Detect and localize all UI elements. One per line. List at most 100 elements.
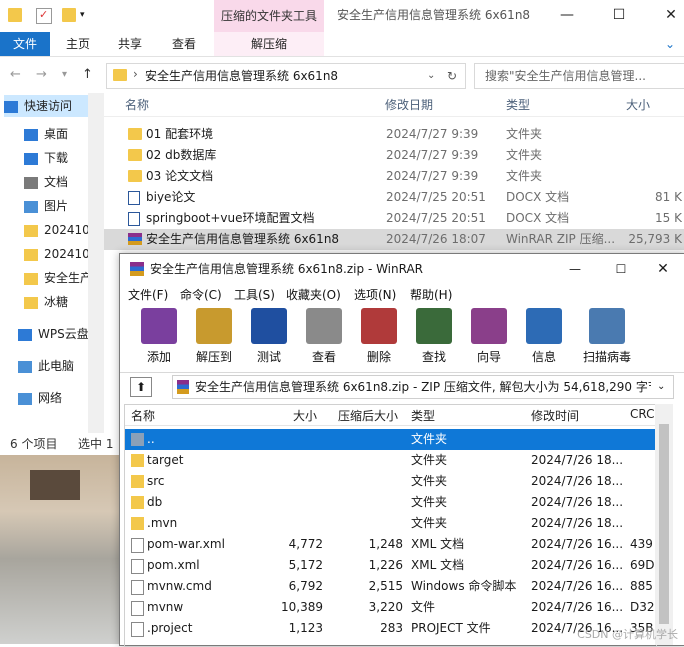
maximize-button[interactable]: ☐ — [596, 0, 642, 30]
breadcrumb-separator-icon[interactable]: › — [133, 67, 138, 81]
find-button[interactable]: 查找 — [407, 308, 461, 365]
maximize-button[interactable]: ☐ — [598, 254, 644, 284]
archive-name: mvnw.cmd — [147, 579, 212, 593]
item-count: 6 个项目 — [10, 437, 58, 451]
folder-icon — [131, 475, 144, 488]
column-header-name[interactable]: 名称 — [125, 95, 149, 115]
menu-command[interactable]: 命令(C) — [180, 286, 222, 303]
menu-favorites[interactable]: 收藏夹(O) — [286, 286, 341, 303]
tab-extract[interactable]: 解压缩 — [214, 32, 324, 56]
column-header-size[interactable]: 大小 — [293, 407, 317, 424]
column-header-modified[interactable]: 修改日期 — [385, 95, 433, 115]
file-icon — [131, 622, 144, 637]
forward-arrow-icon[interactable]: → — [36, 67, 47, 82]
archive-row[interactable]: .mvn 文件夹 2024/7/26 18... — [125, 513, 656, 534]
minimize-button[interactable]: — — [544, 0, 590, 30]
column-header-type[interactable]: 类型 — [411, 407, 435, 424]
up-folder-button[interactable]: ⬆ — [130, 377, 152, 397]
watermark: CSDN @计算机学长 — [577, 628, 678, 641]
tab-home[interactable]: 主页 — [56, 32, 100, 56]
close-button[interactable]: ✕ — [648, 0, 684, 30]
download-icon — [24, 152, 38, 165]
address-dropdown-icon[interactable]: ⌄ — [427, 64, 435, 88]
properties-icon[interactable]: ✓ — [36, 8, 52, 24]
address-bar[interactable]: › 安全生产信用信息管理系统 6x61n8 ⌄ ↻ — [106, 63, 466, 89]
recent-locations-icon[interactable]: ▾ — [62, 69, 67, 80]
column-header-modified[interactable]: 修改时间 — [531, 407, 579, 424]
archive-name: db — [147, 495, 163, 509]
customize-quick-access-icon[interactable]: ▾ — [80, 8, 94, 22]
column-header-type[interactable]: 类型 — [506, 95, 530, 115]
scrollbar-thumb[interactable] — [659, 424, 669, 624]
archive-name: pom.xml — [147, 558, 200, 572]
file-row[interactable]: 02 db数据库 2024/7/27 9:39 文件夹 — [104, 145, 684, 166]
new-folder-icon[interactable] — [62, 8, 76, 22]
info-button[interactable]: 信息 — [517, 308, 571, 365]
archive-row[interactable]: src 文件夹 2024/7/26 18... — [125, 471, 656, 492]
column-header-size[interactable]: 大小 — [626, 95, 650, 115]
column-header-name[interactable]: 名称 — [131, 407, 155, 424]
header-divider — [104, 116, 684, 117]
minimize-button[interactable]: — — [552, 254, 598, 284]
add-button[interactable]: 添加 — [132, 308, 186, 365]
breadcrumb[interactable]: 安全生产信用信息管理系统 6x61n8 — [145, 64, 338, 88]
address-row: ← → ▾ ↑ › 安全生产信用信息管理系统 6x61n8 ⌄ ↻ 搜索"安全生… — [0, 57, 684, 93]
back-arrow-icon[interactable]: ← — [10, 67, 21, 82]
menu-file[interactable]: 文件(F) — [128, 286, 168, 303]
archive-row[interactable]: mvnw 10,389 3,220 文件 2024/7/26 16... D32 — [125, 597, 656, 618]
archive-name: .project — [147, 621, 193, 635]
archive-row[interactable]: .. 文件夹 — [125, 429, 656, 450]
archive-row[interactable]: target 文件夹 2024/7/26 18... — [125, 450, 656, 471]
archive-row[interactable]: db 文件夹 2024/7/26 18... — [125, 492, 656, 513]
file-row[interactable]: 03 论文文档 2024/7/27 9:39 文件夹 — [104, 166, 684, 187]
path-dropdown-icon[interactable]: ⌄ — [657, 376, 665, 398]
archive-row[interactable]: pom.xml 5,172 1,226 XML 文档 2024/7/26 16... 69… — [125, 555, 656, 576]
tab-view[interactable]: 查看 — [162, 32, 206, 56]
file-name: springboot+vue环境配置文档 — [146, 211, 315, 225]
archive-modified: 2024/7/26 16... — [531, 537, 624, 551]
archive-row[interactable]: pom-war.xml 4,772 1,248 XML 文档 2024/7/26 16.… — [125, 534, 656, 555]
file-row[interactable]: 01 配套环境 2024/7/27 9:39 文件夹 — [104, 124, 684, 145]
file-row[interactable]: 安全生产信用信息管理系统 6x61n8 2024/7/26 18:07 WinRAR… — [104, 229, 684, 250]
archive-packed: 283 — [380, 621, 403, 635]
column-header-crc[interactable]: CRC — [630, 407, 655, 421]
nav-scrollbar[interactable] — [88, 93, 104, 433]
archive-type: PROJECT 文件 — [411, 621, 491, 635]
extract-to-button[interactable]: 解压到 — [187, 308, 241, 365]
search-input[interactable]: 搜索"安全生产信用信息管理... — [474, 63, 684, 89]
menu-tools[interactable]: 工具(S) — [234, 286, 275, 303]
refresh-icon[interactable]: ↻ — [447, 64, 457, 88]
wizard-button[interactable]: 向导 — [462, 308, 516, 365]
up-arrow-icon[interactable]: ↑ — [82, 67, 93, 82]
close-button[interactable]: ✕ — [640, 254, 684, 284]
menu-options[interactable]: 选项(N) — [354, 286, 396, 303]
scan-virus-button[interactable]: 扫描病毒 — [580, 308, 634, 365]
delete-button[interactable]: 删除 — [352, 308, 406, 365]
view-button[interactable]: 查看 — [297, 308, 351, 365]
path-field[interactable]: 安全生产信用信息管理系统 6x61n8.zip - ZIP 压缩文件, 解包大小… — [172, 375, 674, 399]
menu-help[interactable]: 帮助(H) — [410, 286, 452, 303]
winrar-title: 安全生产信用信息管理系统 6x61n8.zip - WinRAR — [150, 262, 424, 276]
winrar-path-bar: ⬆ 安全生产信用信息管理系统 6x61n8.zip - ZIP 压缩文件, 解包… — [120, 372, 684, 401]
winrar-icon — [130, 262, 144, 276]
nav-item-label: 安全生产 — [44, 271, 93, 285]
file-row[interactable]: springboot+vue环境配置文档 2024/7/25 20:51 DOCX … — [104, 208, 684, 229]
tab-share[interactable]: 共享 — [108, 32, 152, 56]
doc-icon — [24, 176, 38, 189]
folder-icon — [24, 224, 38, 237]
test-button[interactable]: 测试 — [242, 308, 296, 365]
archive-name: mvnw — [147, 600, 184, 614]
file-row[interactable]: biye论文 2024/7/25 20:51 DOCX 文档 81 K — [104, 187, 684, 208]
chevron-down-icon[interactable]: ⌄ — [660, 32, 680, 56]
archive-row[interactable]: mvnw.cmd 6,792 2,515 Windows 命令脚本 2024/7/26 … — [125, 576, 656, 597]
file-modified: 2024/7/27 9:39 — [386, 169, 479, 183]
archive-scrollbar[interactable] — [655, 404, 673, 645]
archive-name: .. — [147, 432, 155, 446]
column-header-packed[interactable]: 压缩后大小 — [338, 407, 398, 424]
nav-item-star[interactable]: 快速访问 — [4, 95, 88, 117]
window-title: 安全生产信用信息管理系统 6x61n8 — [337, 8, 531, 22]
nav-item-label: 图片 — [44, 199, 69, 213]
folder-icon — [24, 296, 38, 309]
delete-label: 删除 — [366, 350, 391, 364]
tab-file[interactable]: 文件 — [0, 32, 50, 56]
